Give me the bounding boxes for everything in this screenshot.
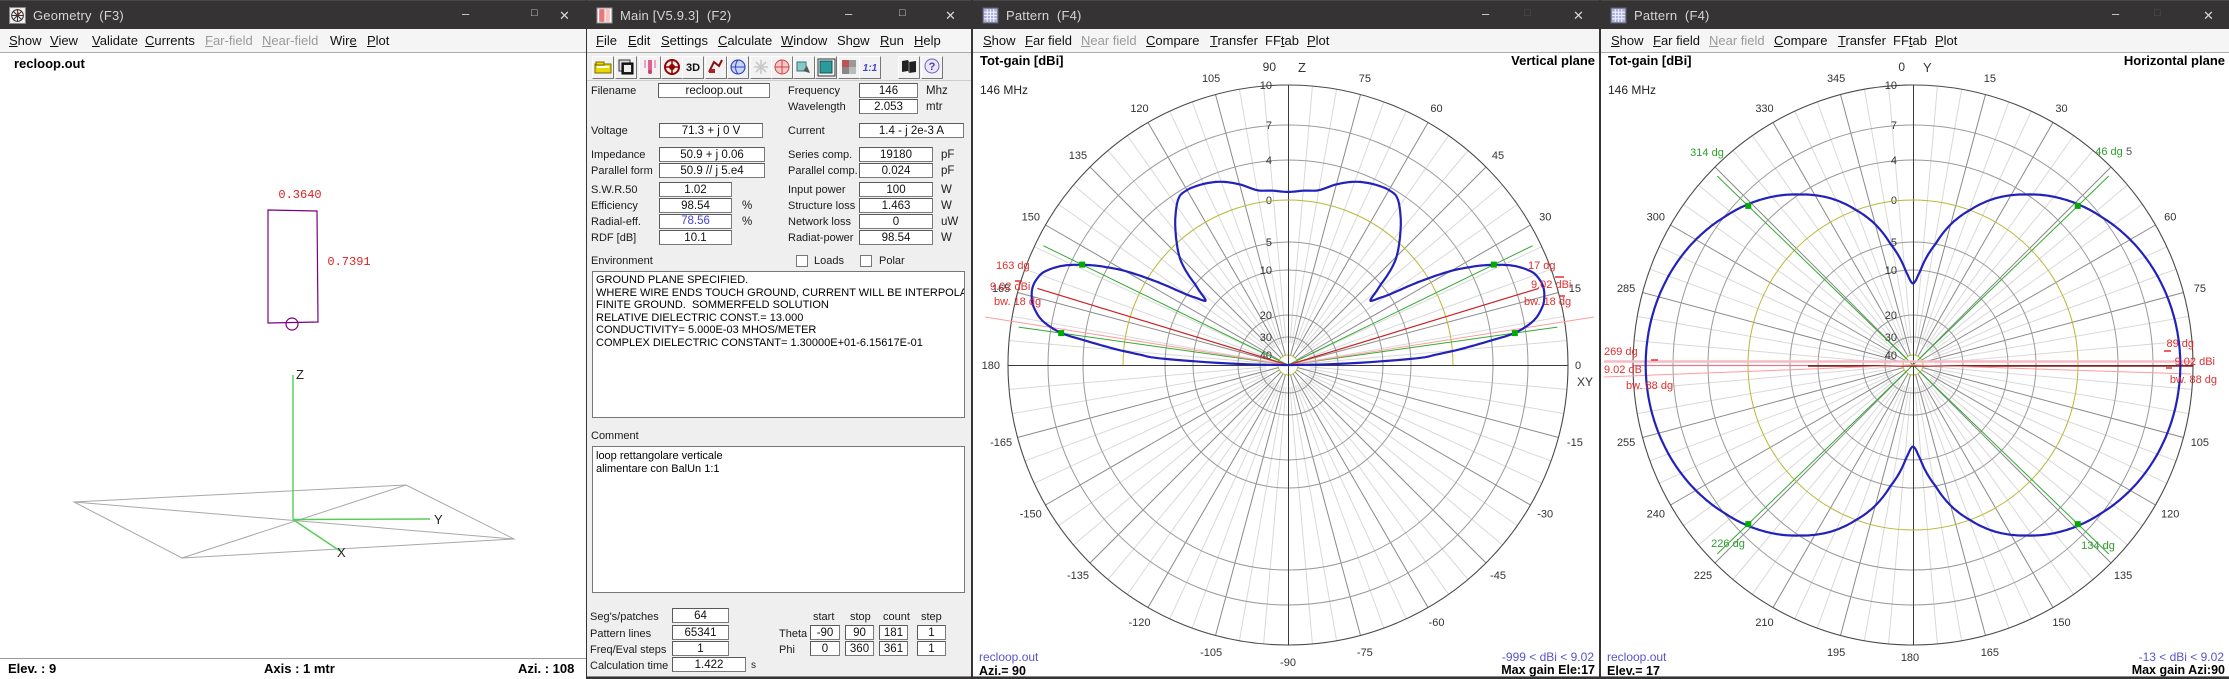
svg-text:180: 180 <box>982 360 1000 372</box>
svg-text:75: 75 <box>2194 283 2206 295</box>
svg-text:135: 135 <box>2114 570 2132 582</box>
svg-text:163 dg: 163 dg <box>996 260 1030 272</box>
svg-text:bw. 18 dg: bw. 18 dg <box>994 296 1041 308</box>
svg-text:bw. 18 dg: bw. 18 dg <box>1524 296 1571 308</box>
svg-text:269 dg: 269 dg <box>1604 346 1638 358</box>
svg-text:46 dg: 46 dg <box>2095 146 2123 158</box>
svg-text:4: 4 <box>1891 155 1897 167</box>
svg-text:210: 210 <box>1755 617 1773 629</box>
svg-text:-45: -45 <box>1490 570 1506 582</box>
svg-text:Z: Z <box>1298 60 1306 75</box>
svg-text:-105: -105 <box>1200 647 1222 659</box>
svg-text:0: 0 <box>1575 360 1581 372</box>
svg-text:40: 40 <box>1885 350 1897 362</box>
svg-text:330: 330 <box>1755 103 1773 115</box>
svg-text:9.02 dB: 9.02 dB <box>1604 364 1642 376</box>
svg-text:10: 10 <box>1885 80 1897 92</box>
svg-text:150: 150 <box>2052 617 2070 629</box>
svg-text:0: 0 <box>1898 60 1905 74</box>
svg-text:-15: -15 <box>1567 437 1583 449</box>
svg-text:1:1: 1:1 <box>863 63 878 74</box>
svg-text:7: 7 <box>1266 120 1272 132</box>
svg-text:89 dg: 89 dg <box>2166 338 2194 350</box>
svg-text:7: 7 <box>1891 120 1897 132</box>
svg-text:5: 5 <box>2126 146 2132 158</box>
svg-text:120: 120 <box>1130 103 1148 115</box>
svg-text:Y: Y <box>434 512 443 527</box>
svg-text:bw. 88 dg: bw. 88 dg <box>2170 374 2217 386</box>
svg-text:314 dg: 314 dg <box>1690 147 1724 159</box>
svg-text:XY: XY <box>1577 375 1593 389</box>
svg-text:-165: -165 <box>990 437 1012 449</box>
svg-text:15: 15 <box>1984 73 1996 85</box>
svg-text:195: 195 <box>1827 647 1845 659</box>
svg-text:180: 180 <box>1901 652 1919 664</box>
svg-text:90: 90 <box>1263 60 1277 74</box>
svg-text:30: 30 <box>1539 212 1551 224</box>
svg-text:9.02 dBi: 9.02 dBi <box>990 281 1030 293</box>
svg-text:9.02 dBi: 9.02 dBi <box>1531 279 1571 291</box>
svg-text:120: 120 <box>2161 509 2179 521</box>
svg-text:45: 45 <box>1492 150 1504 162</box>
svg-text:30: 30 <box>1885 332 1897 344</box>
svg-text:20: 20 <box>1260 310 1272 322</box>
svg-text:-60: -60 <box>1429 617 1445 629</box>
svg-text:3D: 3D <box>686 62 700 74</box>
svg-text:-120: -120 <box>1128 617 1150 629</box>
svg-text:165: 165 <box>1981 647 1999 659</box>
svg-text:30: 30 <box>1260 332 1272 344</box>
svg-text:Y: Y <box>1923 60 1932 75</box>
svg-text:255: 255 <box>1617 437 1635 449</box>
svg-text:300: 300 <box>1647 212 1665 224</box>
svg-text:240: 240 <box>1647 509 1665 521</box>
svg-text:30: 30 <box>2055 103 2067 115</box>
svg-text:225: 225 <box>1694 570 1712 582</box>
svg-text:285: 285 <box>1617 283 1635 295</box>
svg-text:0.7391: 0.7391 <box>327 255 370 269</box>
svg-text:4: 4 <box>1266 155 1272 167</box>
svg-text:150: 150 <box>1022 212 1040 224</box>
svg-text:X: X <box>337 545 346 560</box>
svg-text:135: 135 <box>1069 150 1087 162</box>
svg-text:bw. 88 dg: bw. 88 dg <box>1626 380 1673 392</box>
svg-text:10: 10 <box>1260 80 1272 92</box>
svg-text:-90: -90 <box>1280 657 1296 669</box>
svg-text:10: 10 <box>1885 265 1897 277</box>
svg-text:75: 75 <box>1359 73 1371 85</box>
svg-text:0.3640: 0.3640 <box>278 188 321 202</box>
svg-text:60: 60 <box>2164 212 2176 224</box>
svg-text:226 dg: 226 dg <box>1711 538 1745 550</box>
svg-text:105: 105 <box>2191 437 2209 449</box>
svg-text:10: 10 <box>1260 265 1272 277</box>
svg-text:60: 60 <box>1430 103 1442 115</box>
svg-text:5: 5 <box>1266 237 1272 249</box>
svg-text:Z: Z <box>296 367 304 382</box>
svg-text:105: 105 <box>1202 73 1220 85</box>
svg-text:345: 345 <box>1827 73 1845 85</box>
svg-text:-150: -150 <box>1020 509 1042 521</box>
svg-text:-135: -135 <box>1067 570 1089 582</box>
svg-text:9.02 dBi: 9.02 dBi <box>2175 356 2215 368</box>
svg-text:17 dg: 17 dg <box>1528 260 1556 272</box>
svg-text:20: 20 <box>1885 310 1897 322</box>
svg-text:?: ? <box>929 61 936 73</box>
svg-text:-75: -75 <box>1357 647 1373 659</box>
svg-text:134 dg: 134 dg <box>2081 540 2115 552</box>
svg-text:-30: -30 <box>1537 509 1553 521</box>
